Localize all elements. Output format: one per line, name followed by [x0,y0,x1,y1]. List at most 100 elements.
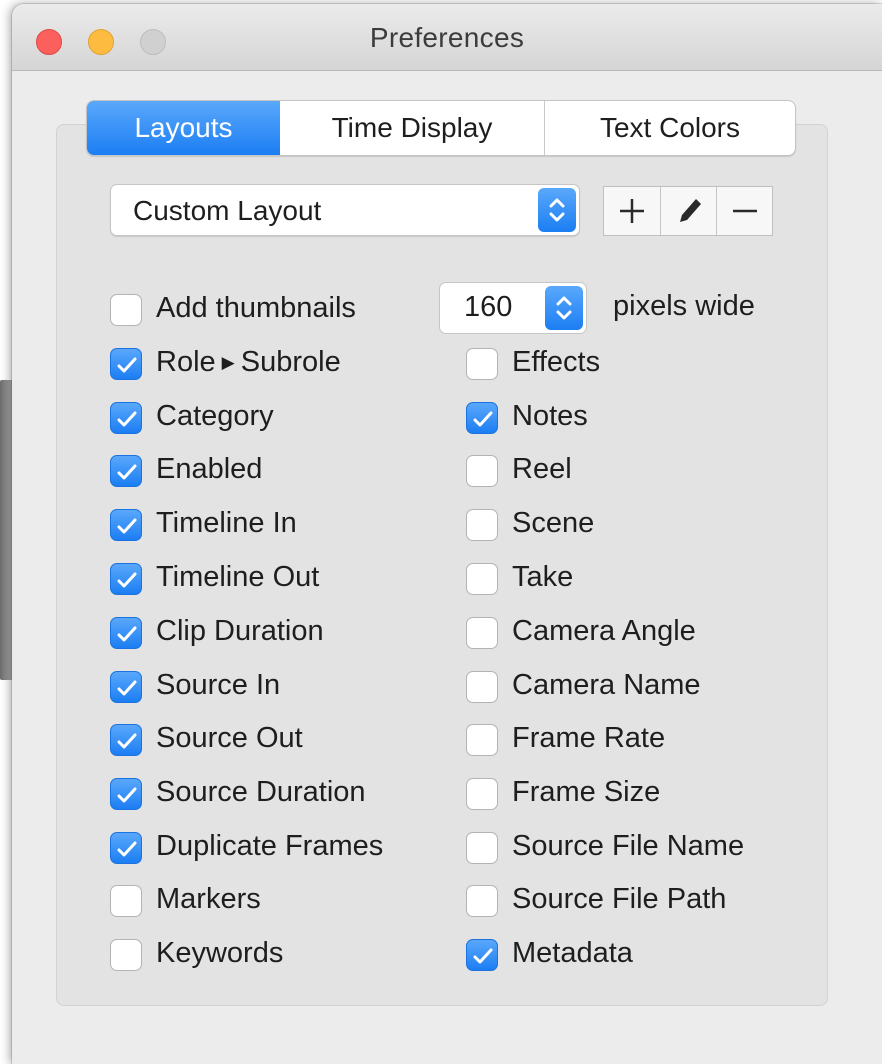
disclosure-triangle-icon: ▶ [221,353,235,372]
take-label: Take [512,561,574,593]
subrole-label: Subrole [240,346,341,378]
tab-layouts[interactable]: Layouts [87,101,280,155]
tab-bar: Layouts Time Display Text Colors [86,100,796,156]
markers-checkbox[interactable] [110,885,142,917]
tab-text-colors[interactable]: Text Colors [545,101,795,155]
source-file-path-label: Source File Path [512,883,727,915]
window-title: Preferences [369,22,525,53]
clip-duration-checkbox[interactable] [110,617,142,649]
thumbnail-width-stepper[interactable] [545,286,583,330]
take-checkbox[interactable] [466,563,498,595]
reel-checkbox[interactable] [466,455,498,487]
source-out-label: Source Out [156,722,303,754]
keywords-label: Keywords [156,937,284,969]
tab-time-display[interactable]: Time Display [280,101,545,155]
effects-label: Effects [512,346,601,378]
role-subrole-checkbox[interactable] [110,348,142,380]
camera-angle-checkbox[interactable] [466,617,498,649]
source-in-label: Source In [156,669,281,701]
column-option-source-out: Source Out [110,720,450,764]
keywords-checkbox[interactable] [110,939,142,971]
category-label: Category [156,400,274,432]
effects-checkbox[interactable] [466,348,498,380]
frame-rate-checkbox[interactable] [466,724,498,756]
checkmark-icon [117,787,137,803]
column-option-take: Take [466,559,816,603]
checkmark-icon [473,411,493,427]
column-option-markers: Markers [110,881,450,925]
layout-select[interactable]: Custom Layout [110,184,580,236]
clip-duration-label: Clip Duration [156,615,324,647]
column-option-keywords: Keywords [110,935,450,979]
add-thumbnails-checkbox[interactable] [110,294,142,326]
remove-layout-button[interactable] [716,187,772,235]
checkmark-icon [117,357,137,373]
source-file-path-checkbox[interactable] [466,885,498,917]
timeline-out-label: Timeline Out [156,561,320,593]
source-file-name-label: Source File Name [512,830,745,862]
checkmark-icon [117,733,137,749]
column-option-camera-name: Camera Name [466,667,816,711]
column-option-source-in: Source In [110,667,450,711]
column-option-notes: Notes [466,398,816,442]
checkmark-icon [117,626,137,642]
notes-label: Notes [512,400,588,432]
source-duration-checkbox[interactable] [110,778,142,810]
checkmark-icon [117,411,137,427]
notes-checkbox[interactable] [466,402,498,434]
title-bar[interactable]: Preferences [12,4,882,71]
enabled-checkbox[interactable] [110,455,142,487]
edit-layout-button[interactable] [660,187,716,235]
role-subrole-label: Role ▶ Subrole [156,346,341,379]
category-checkbox[interactable] [110,402,142,434]
minus-icon [733,209,757,213]
timeline-out-checkbox[interactable] [110,563,142,595]
thumbnail-width-unit: pixels wide [613,290,755,322]
column-option-camera-angle: Camera Angle [466,613,816,657]
camera-name-label: Camera Name [512,669,701,701]
frame-rate-label: Frame Rate [512,722,666,754]
checkmark-icon [473,948,493,964]
role-label: Role [156,346,216,378]
column-option-frame-size: Frame Size [466,774,816,818]
source-file-name-checkbox[interactable] [466,832,498,864]
source-in-checkbox[interactable] [110,671,142,703]
column-option-scene: Scene [466,505,816,549]
source-out-checkbox[interactable] [110,724,142,756]
pencil-icon [680,199,701,222]
column-option-source-duration: Source Duration [110,774,450,818]
scene-checkbox[interactable] [466,509,498,541]
column-option-frame-rate: Frame Rate [466,720,816,764]
up-down-chevron-icon [556,296,572,320]
add-thumbnails-label: Add thumbnails [156,292,356,324]
scene-label: Scene [512,507,595,539]
timeline-in-checkbox[interactable] [110,509,142,541]
metadata-label: Metadata [512,937,633,969]
column-option-category: Category [110,398,450,442]
thumbnail-width-value: 160 [464,291,513,323]
column-option-enabled: Enabled [110,451,450,495]
plus-icon [620,199,644,223]
thumbnail-width-field[interactable]: 160 [439,282,587,334]
frame-size-label: Frame Size [512,776,661,808]
column-option-duplicate-frames: Duplicate Frames [110,828,450,872]
up-down-chevron-icon [538,188,576,232]
timeline-in-label: Timeline In [156,507,297,539]
checkmark-icon [117,572,137,588]
camera-angle-label: Camera Angle [512,615,696,647]
duplicate-frames-checkbox[interactable] [110,832,142,864]
column-option-timeline-out: Timeline Out [110,559,450,603]
add-layout-button[interactable] [604,187,660,235]
column-option-source-file-name: Source File Name [466,828,816,872]
camera-name-checkbox[interactable] [466,671,498,703]
column-option-role-subrole: Role ▶ Subrole [110,344,450,388]
column-option-reel: Reel [466,451,816,495]
add-thumbnails-row: Add thumbnails [110,290,430,334]
layout-actions [603,186,773,236]
column-option-effects: Effects [466,344,816,388]
reel-label: Reel [512,453,572,485]
column-option-clip-duration: Clip Duration [110,613,450,657]
column-option-metadata: Metadata [466,935,816,979]
metadata-checkbox[interactable] [466,939,498,971]
frame-size-checkbox[interactable] [466,778,498,810]
